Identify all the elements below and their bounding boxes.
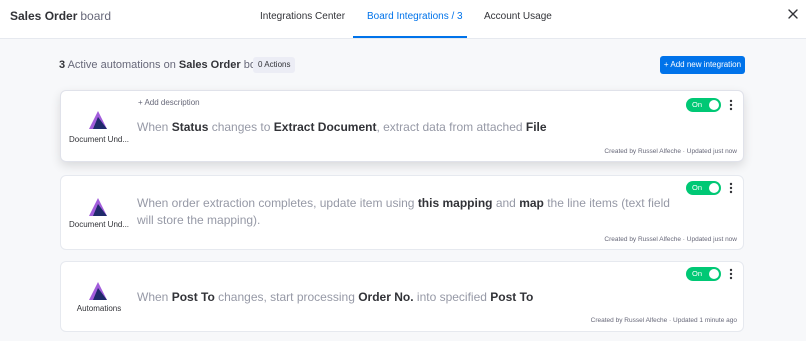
sentence-text: changes to: [208, 120, 274, 134]
more-options-icon[interactable]: [726, 98, 736, 112]
sentence-text: When: [137, 290, 172, 304]
created-by-meta: Created by Russel Alfeche · Updated 1 mi…: [590, 317, 737, 324]
status-toggle[interactable]: On: [686, 98, 721, 112]
more-options-icon[interactable]: [726, 181, 736, 195]
summary-board-name: Sales Order: [178, 59, 241, 71]
board-name: Sales Order: [10, 9, 78, 23]
automation-card[interactable]: Document Und... + Add description When S…: [60, 90, 744, 162]
board-word: board: [80, 9, 112, 23]
sentence-keyword[interactable]: this mapping: [418, 196, 493, 210]
actions-badge: 0 Actions: [253, 57, 296, 73]
sentence-keyword[interactable]: map: [519, 196, 544, 210]
sentence-keyword[interactable]: Post To: [172, 290, 215, 304]
sentence-text: , extract data from attached: [376, 120, 526, 134]
toggle-knob: [709, 100, 719, 110]
sentence-keyword[interactable]: Status: [172, 120, 209, 134]
sentence-text: changes, start processing: [214, 290, 359, 304]
app-logo-icon: [87, 109, 109, 131]
automation-sentence: When Status changes to Extract Document,…: [137, 119, 677, 136]
automation-sentence: When order extraction completes, update …: [137, 195, 677, 229]
add-new-integration-button[interactable]: + Add new integration: [660, 56, 745, 74]
automations-summary: 3 Active automations on Sales Order boar…: [59, 59, 272, 71]
close-icon[interactable]: [786, 7, 800, 21]
created-by-meta: Created by Russel Alfeche · Updated just…: [604, 148, 737, 155]
tab-board-integrations[interactable]: Board Integrations / 3: [367, 11, 463, 22]
sentence-text: and: [492, 196, 520, 210]
app-logo-icon: [87, 280, 109, 302]
toggle-label: On: [692, 269, 703, 278]
tab-integrations-center[interactable]: Integrations Center: [260, 11, 345, 22]
sentence-keyword[interactable]: Order No.: [358, 290, 413, 304]
sentence-keyword[interactable]: Extract Document: [274, 120, 377, 134]
add-description-link[interactable]: + Add description: [138, 98, 200, 107]
automations-count: 3: [59, 59, 66, 71]
toggle-knob: [709, 269, 719, 279]
toggle-label: On: [692, 183, 703, 192]
more-options-icon[interactable]: [726, 267, 736, 281]
status-toggle[interactable]: On: [686, 267, 721, 281]
active-tab-indicator: [353, 36, 467, 38]
app-logo-icon: [87, 196, 109, 218]
tab-account-usage[interactable]: Account Usage: [484, 11, 552, 22]
sentence-text: When: [137, 120, 172, 134]
status-toggle[interactable]: On: [686, 181, 721, 195]
app-name: Document Und...: [68, 220, 130, 229]
toggle-knob: [709, 183, 719, 193]
sentence-keyword[interactable]: File: [526, 120, 547, 134]
automation-card[interactable]: Automations When Post To changes, start …: [60, 261, 744, 332]
toggle-label: On: [692, 100, 703, 109]
summary-text-1: Active automations on: [67, 59, 176, 71]
automation-sentence: When Post To changes, start processing O…: [137, 289, 677, 306]
sentence-text: When order extraction completes, update …: [137, 196, 418, 210]
sentence-text: into specified: [413, 290, 491, 304]
app-name: Document Und...: [68, 135, 130, 144]
board-title: Sales Order board: [10, 9, 111, 23]
automation-card[interactable]: Document Und... When order extraction co…: [60, 175, 744, 250]
app-name: Automations: [76, 304, 122, 313]
created-by-meta: Created by Russel Alfeche · Updated just…: [604, 236, 737, 243]
top-bar: Sales Order board Integrations Center Boa…: [0, 0, 806, 39]
sentence-keyword[interactable]: Post To: [490, 290, 533, 304]
